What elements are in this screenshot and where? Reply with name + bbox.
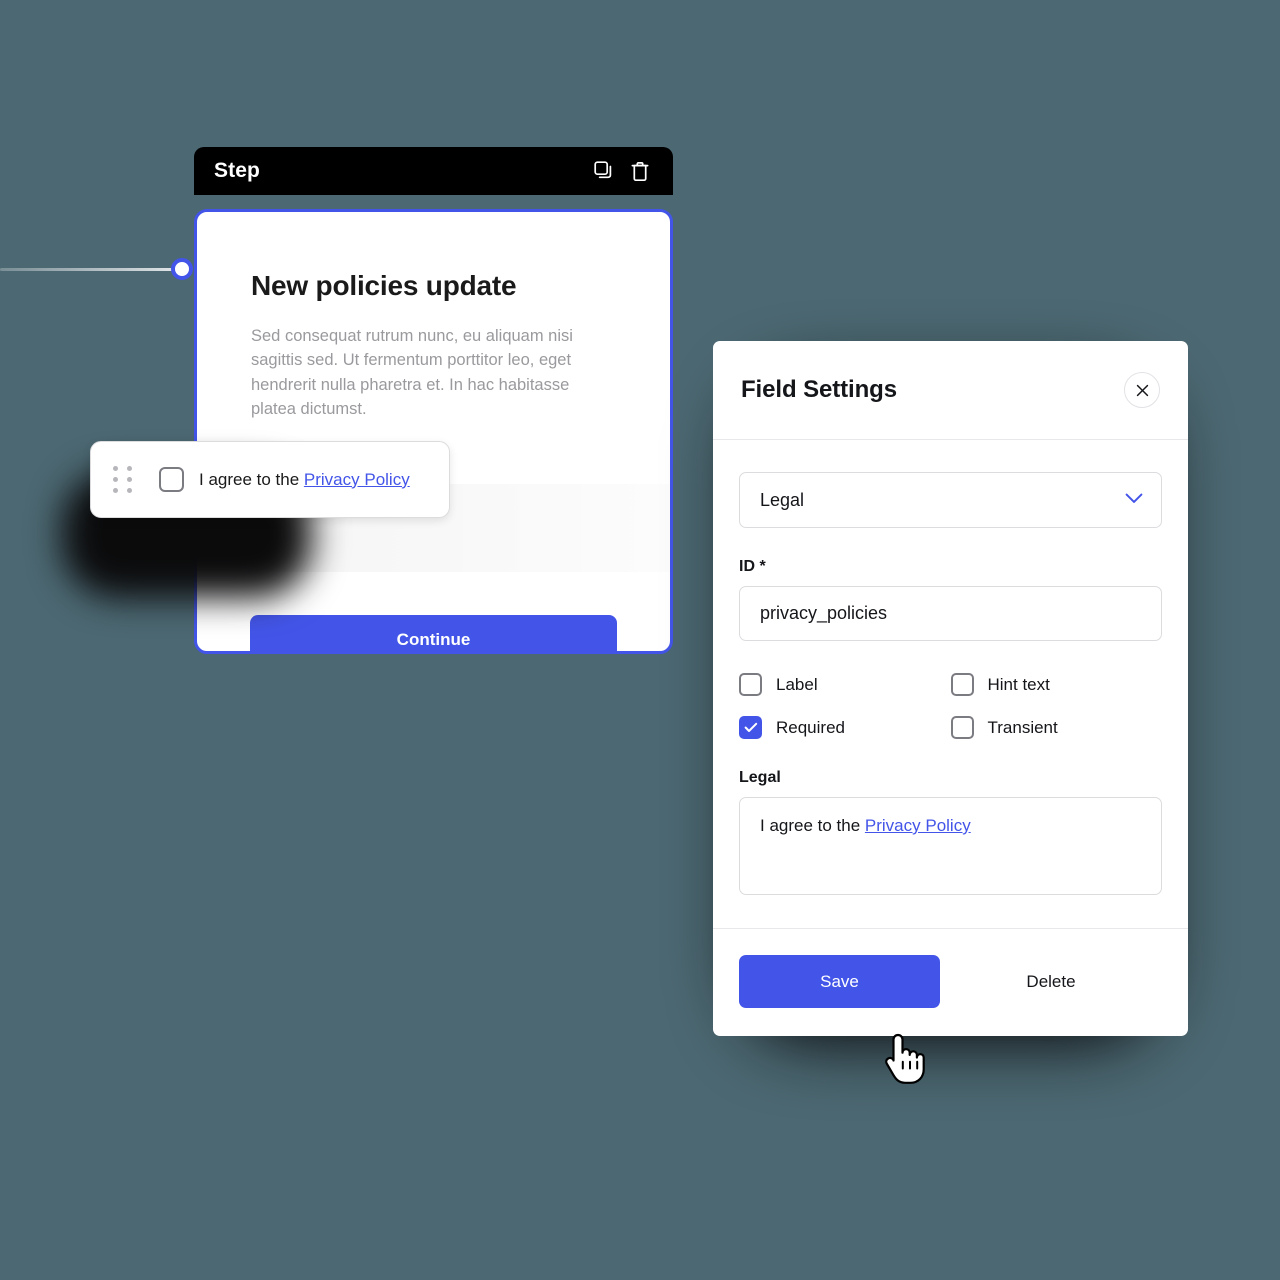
option-hint-text-label: Hint text [987,674,1050,694]
consent-label-text: I agree to the [199,469,304,489]
step-node-header[interactable]: Step [194,147,673,195]
consent-checkbox[interactable] [159,467,184,492]
field-settings-header: Field Settings [713,341,1188,440]
id-label-text: ID [739,558,760,575]
legal-text-prefix: I agree to the [760,816,865,835]
delete-button[interactable]: Delete [940,971,1162,993]
field-options-grid: Label Hint text Required Transient [739,673,1162,739]
close-icon[interactable] [1124,372,1160,408]
step-node-title: Step [214,159,260,182]
connector-port[interactable] [171,258,193,280]
option-label-text: Label [776,674,818,694]
duplicate-icon[interactable] [593,160,615,182]
field-settings-footer: Save Delete [713,928,1188,1036]
legal-textarea[interactable]: I agree to the Privacy Policy [739,797,1162,895]
save-button[interactable]: Save [739,955,940,1008]
consent-label: I agree to the Privacy Policy [199,470,410,490]
form-heading: New policies update [251,270,517,301]
legal-privacy-policy-link[interactable]: Privacy Policy [865,816,971,835]
connector-line [0,268,182,271]
id-field-label: ID * [739,558,1162,576]
trash-icon[interactable] [629,160,651,182]
chevron-down-icon [1125,491,1143,509]
option-transient-checkbox[interactable] [950,716,974,739]
option-required-label: Required [776,717,845,737]
drag-handle-icon[interactable] [113,465,133,494]
option-required-checkbox[interactable] [739,716,762,739]
option-label-checkbox[interactable] [739,673,762,696]
floating-checkbox-field[interactable]: I agree to the Privacy Policy [90,441,450,518]
option-transient[interactable]: Transient [950,716,1163,739]
legal-field-label: Legal [739,769,781,786]
option-label[interactable]: Label [739,673,951,696]
field-settings-panel: Field Settings Legal ID * Label [713,341,1188,1036]
option-hint-text-checkbox[interactable] [950,673,974,696]
panel-title: Field Settings [741,376,897,403]
privacy-policy-link[interactable]: Privacy Policy [304,470,410,489]
option-transient-label: Transient [987,717,1058,737]
field-type-value: Legal [760,489,805,510]
field-settings-body: Legal ID * Label Hint text [713,440,1188,895]
option-required[interactable]: Required [739,716,951,739]
option-hint-text[interactable]: Hint text [950,673,1163,696]
continue-button[interactable]: Continue [250,615,617,651]
step-form-content: New policies update Sed consequat rutrum… [197,212,670,422]
required-marker: * [759,558,766,575]
id-input[interactable] [739,586,1162,641]
form-body-text: Sed consequat rutrum nunc, eu aliquam ni… [251,327,573,419]
field-type-select[interactable]: Legal [739,472,1162,528]
